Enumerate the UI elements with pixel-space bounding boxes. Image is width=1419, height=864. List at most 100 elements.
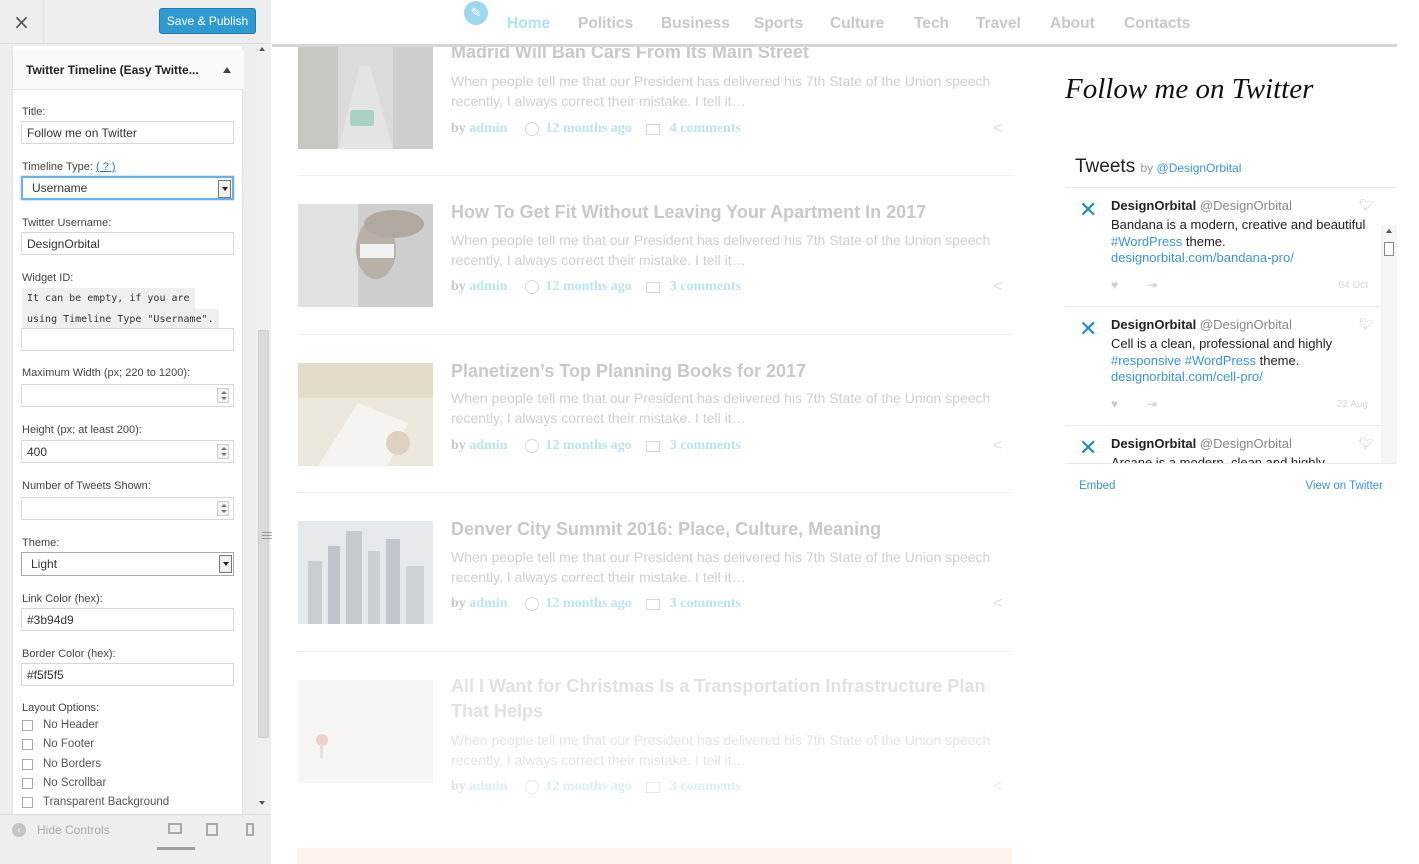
twitter-bird-icon[interactable]: 🐦︎ [1359,317,1374,331]
post-author-link[interactable]: admin [469,121,507,137]
max-width-input[interactable] [21,384,234,407]
post-title[interactable]: All I Want for Christmas Is a Transporta… [451,674,1011,724]
select-arrow-icon[interactable] [219,555,232,573]
post-thumbnail[interactable] [298,46,433,149]
scroll-up-arrow-icon[interactable] [259,47,265,51]
tweets-by-handle[interactable]: @DesignOrbital [1157,161,1242,175]
tweet-url-link[interactable]: designorbital.com/bandana-pro/ [1111,250,1294,265]
twitter-bird-icon[interactable]: 🐦︎ [1359,198,1374,212]
checkbox[interactable] [22,796,33,808]
post-title[interactable]: Planetizen’s Top Planning Books for 2017 [451,359,1011,384]
tweet-item[interactable]: ✕ DesignOrbital @DesignOrbital Cell is a… [1065,307,1382,426]
post-comments-link[interactable]: 3 comments [670,279,741,295]
tweet-item[interactable]: ✕ DesignOrbital @DesignOrbital Bandana i… [1065,188,1382,307]
border-color-input[interactable]: #f5f5f5 [21,663,234,686]
post-author-link[interactable]: admin [469,438,507,454]
post-date-link[interactable]: 12 months ago [545,438,631,454]
heart-icon[interactable]: ♥ [1111,278,1118,292]
checkbox[interactable] [22,738,33,750]
retweet-icon[interactable]: ⇥ [1147,278,1157,292]
share-icon[interactable]: < [993,120,1002,138]
post-thumbnail[interactable] [298,204,433,307]
checkbox[interactable] [22,777,33,789]
avatar[interactable]: ✕ [1079,319,1099,341]
sidebar-scroll-thumb[interactable]: — — — [258,330,272,738]
share-icon[interactable]: < [993,778,1002,796]
spinner-icon[interactable] [217,388,229,403]
link-color-input[interactable]: #3b94d9 [21,608,234,631]
embed-link[interactable]: Embed [1079,480,1115,492]
theme-select[interactable]: Light [21,552,234,576]
tweet-hashtag-link[interactable]: #WordPress [1111,234,1182,249]
nav-sports[interactable]: Sports [754,15,803,33]
post-author-link[interactable]: admin [469,596,507,612]
tweet-date[interactable]: 04 Oct [1339,280,1368,291]
widget-title-bar[interactable]: Twitter Timeline (Easy Twitte... [13,50,244,90]
avatar[interactable]: ✕ [1079,200,1099,222]
nav-about[interactable]: About [1050,15,1095,33]
layout-option-transparent-bg[interactable]: Transparent Background [22,796,169,808]
post-comments-link[interactable]: 3 comments [670,596,741,612]
view-on-twitter-link[interactable]: View on Twitter [1305,480,1383,492]
nav-tech[interactable]: Tech [914,15,949,33]
nav-home[interactable]: Home [507,15,550,33]
post-date-link[interactable]: 12 months ago [545,121,631,137]
checkbox[interactable] [22,719,33,731]
tweet-author[interactable]: DesignOrbital @DesignOrbital [1111,436,1292,451]
heart-icon[interactable]: ♥ [1111,397,1118,411]
post-date-link[interactable]: 12 months ago [545,596,631,612]
tweet-url-link[interactable]: designorbital.com/cell-pro/ [1111,369,1263,384]
title-input[interactable]: Follow me on Twitter [21,121,234,144]
username-input[interactable]: DesignOrbital [21,232,234,255]
post-comments-link[interactable]: 4 comments [670,121,741,137]
nav-politics[interactable]: Politics [578,15,633,33]
tweet-author[interactable]: DesignOrbital @DesignOrbital [1111,198,1292,213]
layout-option-no-footer[interactable]: No Footer [22,738,94,750]
save-publish-button[interactable]: Save & Publish [159,8,256,34]
tweet-author[interactable]: DesignOrbital @DesignOrbital [1111,317,1292,332]
spinner-icon[interactable] [217,501,229,516]
caret-up-icon[interactable] [223,67,231,73]
nav-contacts[interactable]: Contacts [1124,15,1190,33]
avatar[interactable]: ✕ [1079,438,1099,460]
post-thumbnail[interactable] [298,521,433,624]
tweet-scroll-thumb[interactable] [1384,242,1394,256]
tweet-list[interactable]: ✕ DesignOrbital @DesignOrbital Bandana i… [1065,187,1397,464]
desktop-icon[interactable] [168,823,182,834]
post-title[interactable]: How To Get Fit Without Leaving Your Apar… [451,200,1011,225]
post-date-link[interactable]: 12 months ago [545,279,631,295]
tweet-date[interactable]: 22 Aug [1337,399,1368,410]
height-input[interactable]: 400 [21,440,234,463]
layout-option-no-scrollbar[interactable]: No Scrollbar [22,777,106,789]
tweet-item[interactable]: ✕ DesignOrbital @DesignOrbital Arcane is… [1065,426,1382,463]
twitter-bird-icon[interactable]: 🐦︎ [1359,436,1374,450]
post-comments-link[interactable]: 3 comments [670,438,741,454]
layout-option-no-header[interactable]: No Header [22,719,99,731]
spinner-icon[interactable] [217,444,229,459]
post-author-link[interactable]: admin [469,279,507,295]
post-comments-link[interactable]: 3 comments [670,779,741,795]
post-date-link[interactable]: 12 months ago [545,779,631,795]
share-icon[interactable]: < [993,595,1002,613]
timeline-type-select[interactable]: Username [21,176,234,200]
widget-id-input[interactable] [21,328,234,351]
share-icon[interactable]: < [993,437,1002,455]
scroll-down-arrow-icon[interactable] [259,801,265,805]
post-thumbnail[interactable] [298,363,433,466]
nav-business[interactable]: Business [661,15,730,33]
close-icon[interactable]: × [0,0,44,44]
checkbox[interactable] [22,758,33,770]
nav-travel[interactable]: Travel [976,15,1021,33]
timeline-type-help-link[interactable]: ( ? ) [96,161,116,173]
sidebar-scrollbar[interactable]: — — — [256,44,272,814]
select-arrow-icon[interactable] [218,180,231,198]
layout-option-no-borders[interactable]: No Borders [22,758,101,770]
post-thumbnail[interactable] [298,680,433,783]
scroll-up-arrow-icon[interactable] [1386,229,1392,233]
pencil-icon[interactable]: ✎ [464,1,488,25]
post-author-link[interactable]: admin [469,779,507,795]
hide-controls-button[interactable]: ‹ Hide Controls [12,823,110,837]
tweet-list-scrollbar[interactable] [1381,225,1397,463]
tablet-icon[interactable] [206,823,218,836]
mobile-icon[interactable] [246,823,254,836]
